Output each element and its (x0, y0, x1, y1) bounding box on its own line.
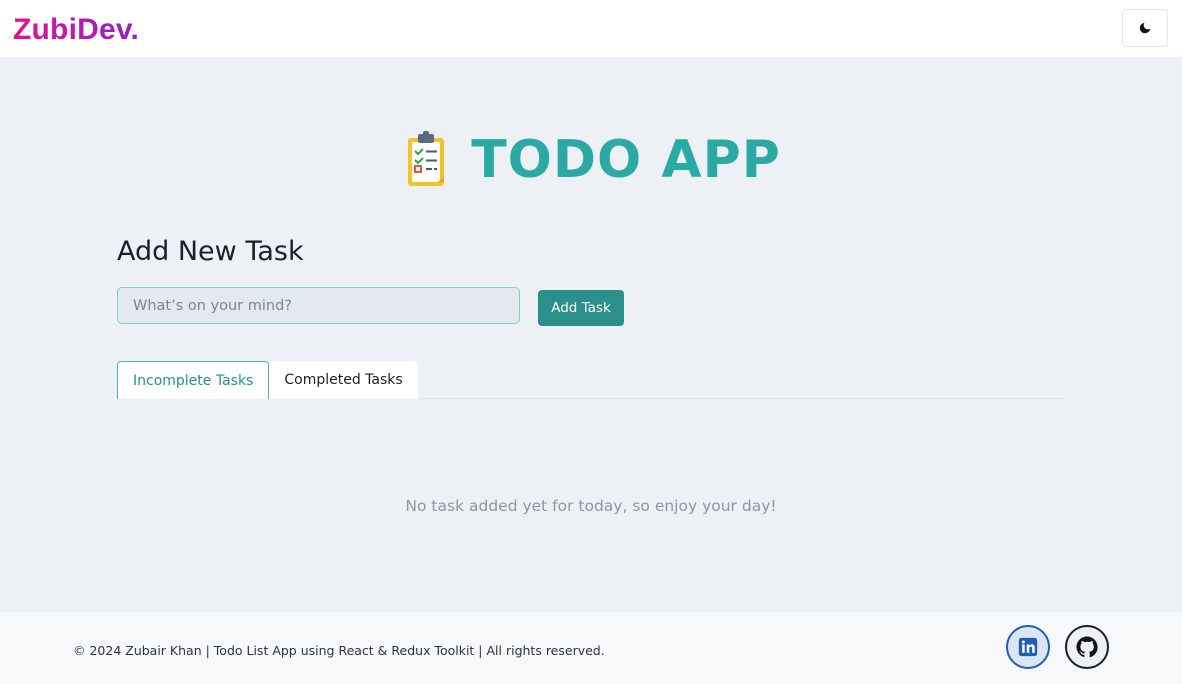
brand-logo[interactable]: ZubiDev. (13, 13, 139, 47)
github-link[interactable] (1065, 625, 1109, 669)
add-task-heading: Add New Task (117, 236, 304, 267)
tab-incomplete-tasks[interactable]: Incomplete Tasks (117, 361, 270, 399)
footer: © 2024 Zubair Khan | Todo List App using… (0, 612, 1182, 684)
tab-completed-tasks[interactable]: Completed Tasks (269, 361, 418, 399)
github-icon (1076, 636, 1098, 658)
task-tabs: Incomplete Tasks Completed Tasks (117, 361, 1064, 399)
hero: TODO APP (0, 130, 1182, 190)
clipboard-checklist-icon (408, 131, 445, 186)
app-title: TODO APP (471, 130, 781, 190)
task-input[interactable] (117, 287, 520, 324)
copyright-text: © 2024 Zubair Khan | Todo List App using… (73, 643, 605, 658)
navbar: ZubiDev. (0, 0, 1182, 57)
social-links (1006, 625, 1109, 669)
linkedin-icon (1018, 637, 1038, 657)
add-task-button[interactable]: Add Task (538, 290, 624, 326)
theme-toggle-button[interactable] (1122, 8, 1168, 47)
empty-state-message: No task added yet for today, so enjoy yo… (405, 497, 777, 515)
linkedin-link[interactable] (1006, 625, 1050, 669)
moon-icon (1139, 22, 1151, 33)
